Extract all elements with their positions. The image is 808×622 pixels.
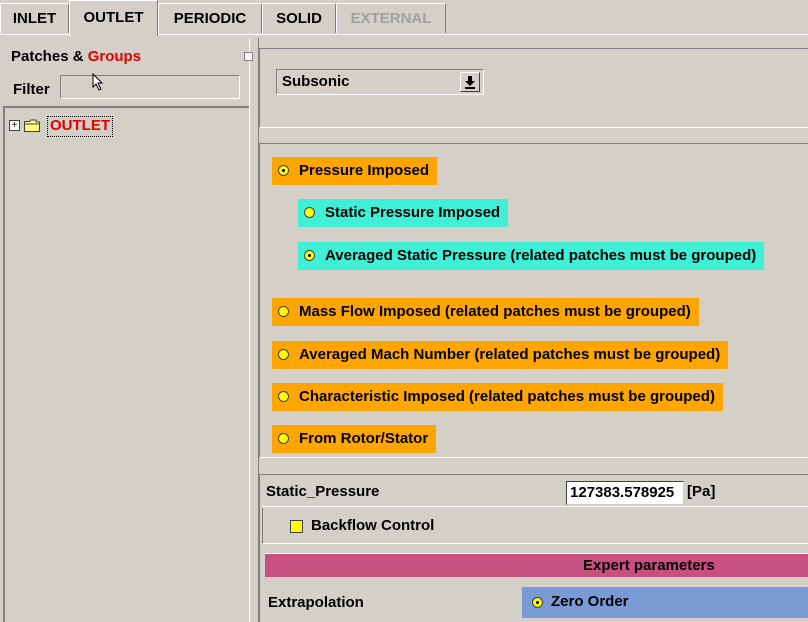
radio-button-icon[interactable] (278, 306, 289, 317)
filter-input[interactable] (60, 75, 240, 99)
backflow-label: Backflow Control (311, 517, 435, 534)
panel-splitter[interactable] (249, 38, 259, 622)
tree-item-label[interactable]: OUTLET (47, 116, 113, 137)
groups-header-label: Groups (87, 48, 142, 65)
radio-averaged-mach-label: Averaged Mach Number (related patches mu… (299, 346, 721, 363)
flow-type-select[interactable]: Subsonic (276, 69, 484, 95)
tab-external: EXTERNAL (336, 3, 446, 33)
patches-groups-header: Patches & Groups (11, 48, 141, 65)
static-pressure-label: Static_Pressure (266, 483, 380, 500)
radio-button-icon[interactable] (278, 349, 289, 360)
patch-tree: + OUTLET (3, 106, 249, 622)
patches-header-label: Patches & (11, 48, 88, 65)
folder-icon (24, 119, 40, 132)
radio-button-icon[interactable] (278, 391, 289, 402)
tab-solid[interactable]: SOLID (262, 3, 336, 33)
backflow-checkbox[interactable] (290, 520, 303, 533)
radio-button-icon[interactable] (304, 250, 315, 261)
static-pressure-input[interactable]: 127383.578925 (566, 481, 684, 505)
expand-plus-icon[interactable]: + (9, 120, 20, 131)
radio-button-icon[interactable] (304, 207, 315, 218)
radio-zero-order[interactable]: Zero Order (522, 587, 808, 618)
radio-button-icon[interactable] (278, 165, 289, 176)
radio-averaged-mach[interactable]: Averaged Mach Number (related patches mu… (272, 341, 729, 369)
radio-pressure-imposed-label: Pressure Imposed (299, 162, 430, 179)
radio-characteristic-imposed[interactable]: Characteristic Imposed (related patches … (272, 383, 723, 411)
radio-averaged-static-pressure[interactable]: Averaged Static Pressure (related patche… (298, 242, 765, 270)
radio-from-rotor-stator[interactable]: From Rotor/Stator (272, 425, 437, 453)
tab-inlet-label: INLET (12, 10, 57, 27)
radio-averaged-static-label: Averaged Static Pressure (related patche… (325, 247, 757, 264)
patches-panel: Patches & Groups Filter + OUTLET (0, 38, 249, 622)
expert-parameters-bar[interactable]: Expert parameters (265, 553, 808, 577)
tab-inlet[interactable]: INLET (0, 3, 69, 33)
tab-periodic[interactable]: PERIODIC (158, 3, 262, 33)
radio-static-pressure-imposed[interactable]: Static Pressure Imposed (298, 199, 509, 227)
radio-rotor-stator-label: From Rotor/Stator (299, 430, 429, 447)
flow-type-value: Subsonic (282, 73, 350, 90)
extrapolation-label: Extrapolation (268, 594, 364, 611)
tab-periodic-label: PERIODIC (173, 10, 247, 27)
radio-mass-flow-imposed[interactable]: Mass Flow Imposed (related patches must … (272, 298, 699, 326)
static-pressure-row: Static_Pressure 127383.578925 [Pa] (262, 478, 808, 507)
radio-pressure-imposed[interactable]: Pressure Imposed (272, 157, 438, 185)
tab-external-label: EXTERNAL (350, 10, 432, 27)
expert-parameters-label: Expert parameters (583, 557, 715, 574)
tab-outlet[interactable]: OUTLET (69, 0, 158, 36)
filter-label: Filter (13, 81, 50, 98)
radio-static-pressure-label: Static Pressure Imposed (325, 204, 501, 221)
radio-characteristic-label: Characteristic Imposed (related patches … (299, 388, 715, 405)
zero-order-label: Zero Order (551, 593, 629, 610)
radio-mass-flow-label: Mass Flow Imposed (related patches must … (299, 303, 691, 320)
splitter-handle[interactable] (244, 52, 253, 61)
dropdown-arrow-icon[interactable] (460, 72, 480, 92)
tab-solid-label: SOLID (276, 10, 322, 27)
radio-button-icon[interactable] (532, 597, 543, 608)
mouse-cursor-icon (92, 72, 106, 94)
tab-bar: INLET OUTLET PERIODIC SOLID EXTERNAL (0, 0, 808, 36)
extrapolation-row: Extrapolation Zero Order (265, 587, 808, 618)
backflow-row: Backflow Control (262, 508, 808, 544)
radio-button-icon[interactable] (278, 433, 289, 444)
tab-outlet-label: OUTLET (83, 9, 144, 26)
static-pressure-unit: [Pa] (687, 483, 716, 500)
